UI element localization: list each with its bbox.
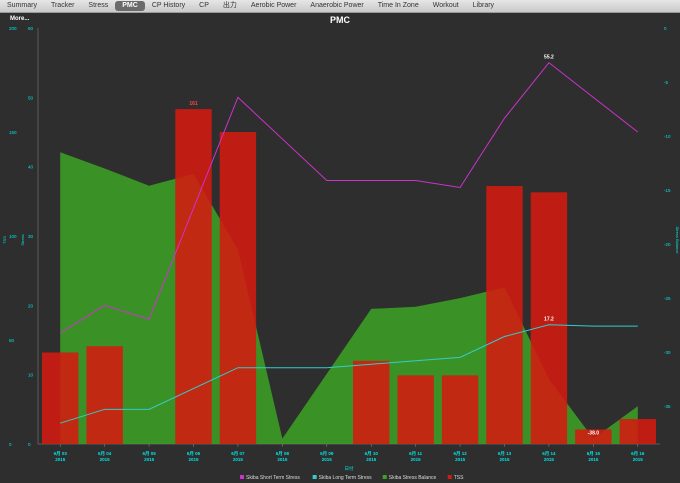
balance-tick-label: -10 — [664, 134, 671, 139]
stress-tick-label: 0 — [28, 442, 31, 447]
tss-bar — [397, 375, 434, 444]
x-tick-label: 6月 14 — [542, 450, 556, 457]
x-tick-label: 2015 — [633, 457, 644, 462]
tss-bar — [486, 186, 523, 444]
x-tick-label: 2015 — [322, 457, 333, 462]
x-tick-label: 2015 — [188, 457, 199, 462]
balance-axis-title: Stress Balance — [675, 227, 680, 255]
x-tick-label: 2015 — [233, 457, 244, 462]
x-tick-label: 2015 — [144, 457, 155, 462]
x-tick-label: 6月 03 — [54, 450, 68, 457]
balance-tick-label: -15 — [664, 188, 671, 193]
stress-tick-label: 20 — [28, 303, 34, 308]
balance-tick-label: -5 — [664, 80, 668, 85]
legend-label: Skiba Stress Balance — [389, 475, 437, 481]
stress-axis-title: Stress — [20, 234, 25, 245]
x-tick-label: 6月 06 — [187, 450, 201, 457]
legend-label: Skiba Long Term Stress — [319, 475, 372, 481]
x-tick-label: 2015 — [55, 457, 66, 462]
x-tick-label: 2015 — [455, 457, 466, 462]
tss-axis-title: TSS — [2, 236, 7, 244]
balance-tick-label: -20 — [664, 242, 671, 247]
balance-tick-label: 0 — [664, 26, 667, 31]
x-tick-label: 6月 09 — [320, 450, 334, 457]
x-axis-title: 日付 — [345, 465, 354, 472]
tss-tick-label: 0 — [9, 442, 12, 447]
tss-bar — [619, 419, 657, 444]
data-label: 17.2 — [544, 317, 554, 323]
stress-tick-label: 40 — [28, 165, 34, 170]
stress-tick-label: 30 — [28, 234, 34, 239]
tss-tick-label: 150 — [9, 130, 17, 135]
x-tick-label: 2015 — [366, 457, 377, 462]
x-tick-label: 6月 08 — [276, 450, 290, 457]
x-tick-label: 6月 04 — [98, 450, 112, 457]
tss-bar — [352, 360, 390, 444]
x-tick-label: 2015 — [499, 457, 510, 462]
x-tick-label: 6月 11 — [409, 450, 423, 457]
x-tick-label: 6月 16 — [631, 450, 645, 457]
x-tick-label: 6月 05 — [142, 450, 156, 457]
tss-bar — [175, 109, 212, 445]
legend-swatch — [312, 475, 317, 479]
tss-tick-label: 200 — [9, 26, 17, 31]
tss-bar — [219, 132, 257, 444]
data-label: -38.0 — [588, 431, 600, 437]
legend-label: Skiba Short Term Stress — [246, 475, 300, 481]
x-tick-label: 6月 15 — [587, 450, 601, 457]
x-tick-label: 6月 12 — [453, 450, 467, 457]
pmc-chart: 161 55.2 17.2 -38.0 0 50 100 150 200 0 10 20 30 40 50 6… — [2, 26, 680, 481]
tss-bar — [86, 346, 123, 444]
tss-tick-label: 100 — [9, 234, 17, 239]
tss-bar — [41, 352, 79, 444]
legend-swatch — [382, 475, 387, 479]
stress-tick-label: 50 — [28, 95, 34, 100]
x-tick-label: 2015 — [100, 457, 111, 462]
stress-tick-label: 60 — [28, 26, 34, 31]
tss-tick-label: 50 — [9, 338, 15, 343]
x-tick-label: 6月 13 — [498, 450, 512, 457]
x-tick-label: 6月 07 — [231, 450, 245, 457]
balance-tick-label: -35 — [664, 404, 671, 409]
stress-tick-label: 10 — [28, 373, 34, 378]
balance-tick-label: -30 — [664, 350, 671, 355]
x-tick-label: 2015 — [411, 457, 422, 462]
x-tick-label: 2015 — [277, 457, 288, 462]
x-tick-label: 6月 10 — [365, 450, 379, 457]
data-label: 55.2 — [544, 55, 554, 61]
data-label: 161 — [189, 101, 198, 107]
balance-tick-label: -25 — [664, 296, 671, 301]
legend-swatch — [240, 475, 244, 479]
x-tick-label: 2015 — [588, 457, 599, 462]
legend-label: TSS — [454, 475, 464, 481]
x-tick-label: 2015 — [544, 457, 555, 462]
tss-bar — [441, 375, 479, 444]
legend-swatch — [447, 475, 452, 479]
